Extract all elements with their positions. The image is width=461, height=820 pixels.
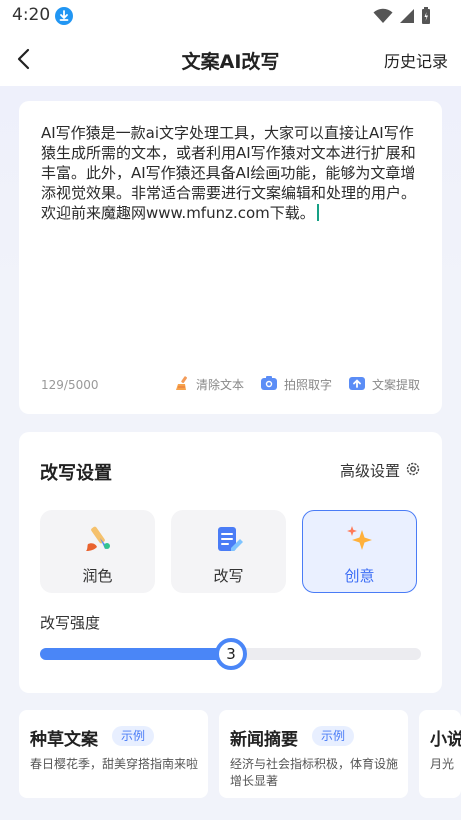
rewrite-mode-group: 润色 改写 创意	[40, 510, 417, 593]
editor-actions: 清除文本 拍照取字 文案提取	[174, 375, 420, 394]
strength-slider[interactable]: 3	[40, 638, 421, 670]
status-time: 4:20	[12, 5, 51, 25]
strength-slider-fill	[40, 648, 231, 660]
example-tag: 示例	[112, 726, 155, 746]
text-caret	[316, 204, 319, 221]
editor-text-content: AI写作猿是一款ai文字处理工具，大家可以直接让AI写作猿生成所需的文本，或者利…	[41, 124, 417, 222]
example-title: 种草文案	[30, 730, 98, 750]
example-card[interactable]: 新闻摘要 示例 经济与社会指标积极，体育设施增长显著	[219, 710, 408, 798]
brush-icon	[83, 524, 113, 554]
settings-title: 改写设置	[40, 463, 112, 484]
photo-ocr-label: 拍照取字	[283, 378, 332, 392]
example-description: 春日樱花季，甜美穿搭指南来啦	[30, 757, 199, 771]
camera-icon	[260, 375, 278, 394]
mode-rewrite[interactable]: 改写	[171, 510, 286, 593]
mode-creative-label: 创意	[344, 567, 375, 585]
rewrite-settings-card: 改写设置 高级设置 润色 改写 创意 改写强度 3	[19, 432, 442, 693]
text-editor-card: AI写作猿是一款ai文字处理工具，大家可以直接让AI写作猿生成所需的文本，或者利…	[19, 101, 442, 414]
example-cards: 种草文案 示例 春日樱花季，甜美穿搭指南来啦 新闻摘要 示例 经济与社会指标积极…	[19, 710, 461, 798]
example-tag: 示例	[312, 726, 355, 746]
wifi-icon	[373, 8, 393, 28]
advanced-settings-label: 高级设置	[339, 462, 400, 480]
example-card[interactable]: 种草文案 示例 春日樱花季，甜美穿搭指南来啦	[19, 710, 208, 798]
example-description: 月光	[430, 757, 455, 771]
example-title: 小说	[430, 730, 461, 750]
strength-slider-thumb[interactable]: 3	[215, 638, 247, 670]
text-extract-button[interactable]: 文案提取	[348, 375, 420, 394]
mode-creative[interactable]: 创意	[302, 510, 417, 593]
example-title: 新闻摘要	[230, 730, 298, 750]
strength-label: 改写强度	[40, 614, 101, 632]
text-input[interactable]: AI写作猿是一款ai文字处理工具，大家可以直接让AI写作猿生成所需的文本，或者利…	[41, 123, 426, 223]
advanced-settings-button[interactable]: 高级设置	[340, 460, 421, 481]
character-counter: 129/5000	[41, 378, 99, 392]
example-description: 经济与社会指标积极，体育设施增长显著	[230, 757, 399, 788]
mode-polish-label: 润色	[82, 567, 113, 585]
sparkle-icon	[345, 524, 375, 554]
clear-text-button[interactable]: 清除文本	[174, 375, 244, 394]
history-button[interactable]: 历史记录	[384, 48, 448, 72]
broom-icon	[174, 375, 190, 394]
clear-text-label: 清除文本	[195, 378, 244, 392]
photo-ocr-button[interactable]: 拍照取字	[260, 375, 332, 394]
mode-polish[interactable]: 润色	[40, 510, 155, 593]
example-card[interactable]: 小说 月光	[419, 710, 461, 798]
status-bar: 4:20	[0, 0, 461, 34]
mode-rewrite-label: 改写	[213, 567, 244, 585]
signal-icon	[399, 8, 415, 28]
document-edit-icon	[214, 524, 244, 554]
download-icon	[55, 7, 73, 25]
upload-icon	[348, 375, 366, 394]
app-header: 文案AI改写 历史记录	[0, 34, 461, 86]
gear-icon	[405, 461, 421, 481]
text-extract-label: 文案提取	[371, 378, 420, 392]
battery-icon	[421, 7, 431, 29]
